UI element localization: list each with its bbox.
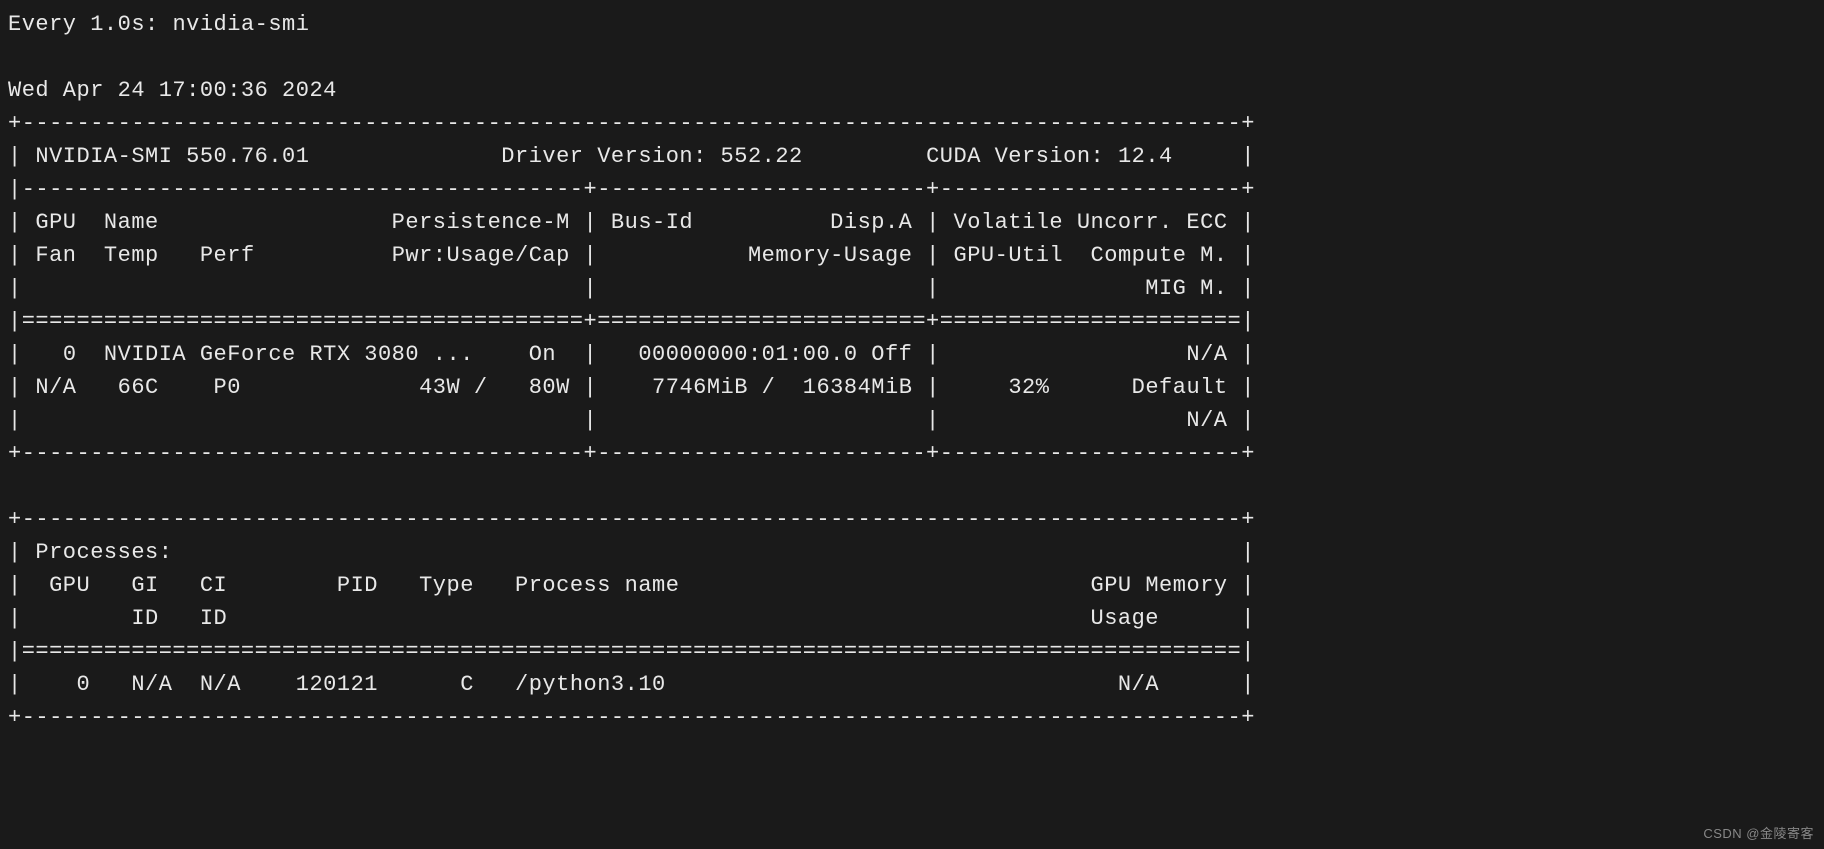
proc-gi: N/A [131,672,172,697]
processes-title: Processes: [35,540,172,565]
gpu-index: 0 [63,342,77,367]
gpu-perf: P0 [214,375,241,400]
gpu-name: NVIDIA GeForce RTX 3080 ... [104,342,474,367]
driver-version: 552.22 [721,144,803,169]
smi-version: NVIDIA-SMI 550.76.01 [35,144,309,169]
watch-command: nvidia-smi [172,12,309,37]
gpu-mig: N/A [1186,408,1227,433]
gpu-util: 32% [1008,375,1049,400]
gpu-dispa: Off [871,342,912,367]
proc-type: C [460,672,474,697]
proc-name: /python3.10 [515,672,666,697]
cuda-version: 12.4 [1118,144,1173,169]
terminal-output: Every 1.0s: nvidia-smi Wed Apr 24 17:00:… [8,8,1816,734]
gpu-ecc: N/A [1186,342,1227,367]
gpu-pwr-cap: 80W [529,375,570,400]
gpu-compute: Default [1132,375,1228,400]
driver-version-label: Driver Version: [501,144,707,169]
gpu-persistence: On [529,342,556,367]
gpu-temp: 66C [118,375,159,400]
proc-mem: N/A [1118,672,1159,697]
cuda-version-label: CUDA Version: [926,144,1104,169]
gpu-mem-used: 7746MiB [652,375,748,400]
watermark: CSDN @金陵寄客 [1703,824,1814,844]
watch-prefix: Every 1.0s: [8,12,172,37]
gpu-pwr-usage: 43W [419,375,460,400]
gpu-fan: N/A [35,375,76,400]
gpu-mem-total: 16384MiB [803,375,913,400]
proc-ci: N/A [200,672,241,697]
gpu-busid: 00000000:01:00.0 [638,342,857,367]
proc-gpu: 0 [77,672,91,697]
timestamp: Wed Apr 24 17:00:36 2024 [8,78,337,103]
proc-pid: 120121 [296,672,378,697]
